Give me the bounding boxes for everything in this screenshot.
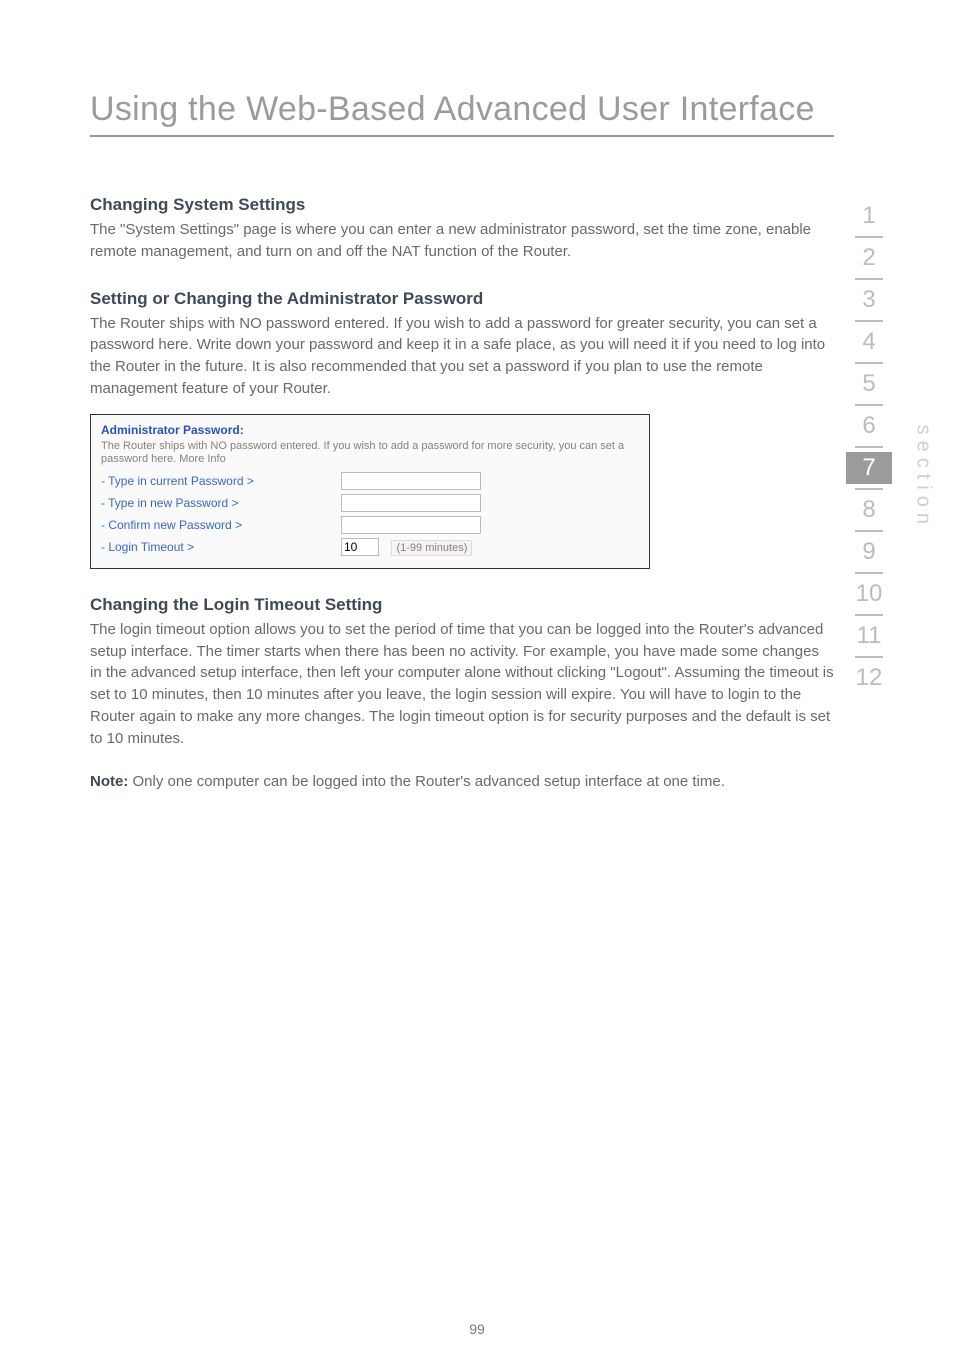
note-label: Note: — [90, 773, 128, 790]
panel-desc: The Router ships with NO password entere… — [101, 440, 639, 466]
section-nav-divider — [855, 362, 883, 364]
heading-admin-password: Setting or Changing the Administrator Pa… — [90, 289, 834, 309]
row-login-timeout: - Login Timeout > (1-99 minutes) — [101, 538, 639, 556]
note-paragraph: Note: Only one computer can be logged in… — [90, 771, 834, 793]
input-login-timeout[interactable] — [341, 538, 379, 556]
section-nav-item-8[interactable]: 8 — [846, 494, 892, 526]
section-nav-item-6[interactable]: 6 — [846, 410, 892, 442]
panel-title: Administrator Password: — [101, 423, 639, 437]
section-nav-divider — [855, 614, 883, 616]
section-nav-divider — [855, 236, 883, 238]
label-confirm-password: - Confirm new Password > — [101, 518, 341, 532]
body-login-timeout: The login timeout option allows you to s… — [90, 619, 834, 750]
section-nav: 123456789101112 — [846, 200, 892, 694]
section-login-timeout: Changing the Login Timeout Setting The l… — [90, 595, 834, 750]
body-changing-system: The "System Settings" page is where you … — [90, 219, 834, 263]
section-nav-divider — [855, 530, 883, 532]
body-admin-password: The Router ships with NO password entere… — [90, 313, 834, 400]
row-current-password: - Type in current Password > — [101, 472, 639, 490]
section-nav-item-11[interactable]: 11 — [846, 620, 892, 652]
input-current-password[interactable] — [341, 472, 481, 490]
section-changing-system: Changing System Settings The "System Set… — [90, 195, 834, 263]
section-nav-item-1[interactable]: 1 — [846, 200, 892, 232]
section-nav-item-4[interactable]: 4 — [846, 326, 892, 358]
section-nav-divider — [855, 656, 883, 658]
hint-login-timeout: (1-99 minutes) — [391, 540, 472, 556]
title-rule — [90, 135, 834, 137]
row-new-password: - Type in new Password > — [101, 494, 639, 512]
admin-password-panel: Administrator Password: The Router ships… — [90, 414, 650, 569]
heading-login-timeout: Changing the Login Timeout Setting — [90, 595, 834, 615]
label-current-password: - Type in current Password > — [101, 474, 341, 488]
section-nav-item-3[interactable]: 3 — [846, 284, 892, 316]
section-nav-item-7[interactable]: 7 — [846, 452, 892, 484]
label-new-password: - Type in new Password > — [101, 496, 341, 510]
section-nav-divider — [855, 404, 883, 406]
section-admin-password: Setting or Changing the Administrator Pa… — [90, 289, 834, 400]
section-nav-divider — [855, 446, 883, 448]
label-login-timeout: - Login Timeout > — [101, 540, 341, 554]
section-nav-item-10[interactable]: 10 — [846, 578, 892, 610]
section-nav-item-2[interactable]: 2 — [846, 242, 892, 274]
heading-changing-system: Changing System Settings — [90, 195, 834, 215]
note-body: Only one computer can be logged into the… — [128, 773, 725, 790]
input-confirm-password[interactable] — [341, 516, 481, 534]
section-nav-divider — [855, 320, 883, 322]
section-label: section — [911, 425, 934, 530]
section-nav-divider — [855, 572, 883, 574]
section-nav-item-9[interactable]: 9 — [846, 536, 892, 568]
section-nav-divider — [855, 488, 883, 490]
page-title: Using the Web-Based Advanced User Interf… — [90, 90, 834, 129]
row-confirm-password: - Confirm new Password > — [101, 516, 639, 534]
section-nav-item-5[interactable]: 5 — [846, 368, 892, 400]
section-nav-divider — [855, 278, 883, 280]
input-new-password[interactable] — [341, 494, 481, 512]
page: Using the Web-Based Advanced User Interf… — [0, 0, 954, 1363]
page-number: 99 — [469, 1321, 485, 1337]
section-nav-item-12[interactable]: 12 — [846, 662, 892, 694]
